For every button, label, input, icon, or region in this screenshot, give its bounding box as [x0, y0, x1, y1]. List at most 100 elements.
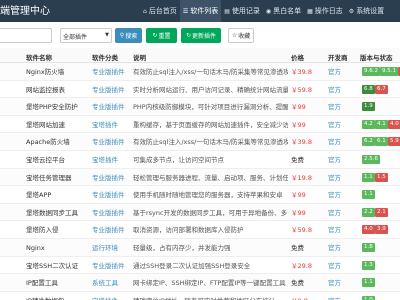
plugin-category[interactable]: 宝塔插件: [92, 121, 132, 129]
plugin-description: 重构缓存，基于页面缓存的网站加速插件，安全减少访问流: [133, 120, 288, 129]
plugin-price: ￥39.8: [291, 68, 312, 76]
nav-item-label: 后台首页: [148, 7, 177, 15]
update-plugins-button[interactable]: ↻ 更新插件: [181, 28, 221, 43]
version-badge[interactable]: 1.0: [362, 295, 375, 300]
list-icon: ☰: [182, 7, 189, 15]
version-badge[interactable]: 3.9: [375, 225, 388, 235]
table-row[interactable]: 堡塔APP 专业版插件 使用手机随时随地管理您的服务器，支持苹果和安卓 ￥99 官方 1.…: [0, 186, 400, 204]
star-icon: ☆: [231, 32, 238, 39]
plugin-category[interactable]: 专业版插件: [92, 86, 132, 94]
home-icon: ⌂: [143, 7, 147, 15]
header-category[interactable]: 软件分类: [92, 52, 118, 62]
nav-item-1[interactable]: ☰ 软件列表: [179, 0, 222, 22]
table-row[interactable]: Nginx 运行环境 轻量级，占有内存少，并发能力强 免费 官方 1.8: [0, 239, 400, 257]
table-header: 软件名称 软件分类 说明 价格 开发商 版本与状态: [0, 48, 400, 63]
table-row[interactable]: Apache防火墙 专业版插件 有效防止sql注入/xss/一句话木马/防采集等常见…: [0, 133, 400, 151]
table-row[interactable]: 堡塔网站加速 宝塔插件 重构缓存，基于页面缓存的网站加速插件，安全减少访问流 ￥99 官…: [0, 116, 400, 134]
version-badge[interactable]: 2.1: [375, 207, 388, 217]
plugin-developer: 官方: [328, 279, 341, 288]
plugin-category[interactable]: 系统工具: [92, 279, 132, 287]
plugin-price: ￥59.8: [291, 85, 312, 94]
category-select-value: 全部插件: [63, 34, 88, 41]
version-badge[interactable]: 1.1: [362, 172, 375, 182]
version-badge[interactable]: 1.3: [362, 260, 375, 270]
plugin-category[interactable]: 专业版插件: [92, 226, 132, 234]
table-row[interactable]: IP精准数据包宝塔插件精确定位IP地址，随着可实时推荐和地区分布统计￥9.8官方…: [0, 292, 400, 300]
plugin-category[interactable]: 专业版插件: [92, 191, 132, 199]
plugin-name: 堡塔APP: [26, 191, 52, 200]
plugin-category[interactable]: 专业版插件: [92, 262, 132, 270]
plugin-description: 基于rsync开发的数据同步工具，可用于异地备份、多台主...: [133, 208, 288, 217]
version-badge[interactable]: 1.8: [362, 243, 375, 252]
nav-item-label: 黑白名单: [273, 7, 302, 15]
version-badge[interactable]: 9.5.1: [380, 67, 398, 76]
plugin-description: PHP内核级防御模块，可针对项目进行漏洞分析、提醒权限...: [133, 103, 288, 112]
table-row[interactable]: 网站监控报表 专业版插件实时分析网站运行、用户访问记录、精确统计网站流量、IP、U…: [0, 81, 400, 99]
nav-item-2[interactable]: ▤ 使用记录: [221, 0, 263, 22]
plugin-category[interactable]: 专业版插件: [92, 138, 132, 146]
plugin-developer: 官方: [328, 191, 341, 200]
plugin-category[interactable]: 专业版插件: [92, 103, 132, 111]
table-row[interactable]: 宝塔任务管理器 专业版插件 轻松管理与服务器进程、流量、启动项、服务、计划任务...…: [0, 168, 400, 187]
search-button[interactable]: ⚲ 搜索: [115, 28, 142, 43]
nav-item-label: 系统设置: [356, 7, 385, 15]
table-row[interactable]: 堡塔数据同步工具 专业版插件基于rsync开发的数据同步工具，可用于异地备份、多台…: [0, 203, 400, 222]
table-row[interactable]: 堡塔PHP安全防护 专业版插件PHP内核级防御模块，可针对项目进行漏洞分析、提醒权…: [0, 98, 400, 116]
category-select[interactable]: 全部插件 ▼: [60, 28, 112, 43]
table-row[interactable]: Nginx防火墙 专业版插件 有效防止sql注入/xss/一句话木马/防采集等常见渗…: [0, 63, 400, 81]
version-badge[interactable]: 1.9: [362, 102, 375, 112]
version-badge[interactable]: 6.1: [375, 137, 388, 147]
plugin-category[interactable]: 宝塔插件: [92, 156, 132, 164]
version-badge[interactable]: 1.1: [362, 190, 375, 200]
nav-item-3[interactable]: ◉ 黑白名单: [263, 0, 304, 22]
table-row[interactable]: IP配置工具 系统工具 网卡绑定IP、SSH绑定IP、FTP配置IP等一键配置工具免…: [0, 274, 400, 292]
version-badge[interactable]: 2.2: [362, 207, 375, 217]
version-badge[interactable]: 6.8: [362, 84, 375, 94]
table-row[interactable]: 堡塔防入侵 专业版插件 取消资源，访问部署和数据库入侵防护 ￥59.8 官方 4.0 3.9: [0, 221, 400, 239]
plugin-price: ￥19.8: [291, 173, 312, 182]
nav-item-0[interactable]: ⌂ 后台首页: [140, 0, 180, 22]
plugin-category[interactable]: 运行环境: [92, 244, 132, 252]
nav-item-5[interactable]: ⚙ 系统设置: [346, 0, 387, 22]
plugin-price: ￥99: [291, 103, 306, 112]
version-badge[interactable]: 1.1: [362, 278, 375, 288]
plugin-description: 可集成多节点，让访问空间节点: [133, 156, 224, 164]
search-input[interactable]: [0, 28, 52, 43]
gear-icon: ⚙: [348, 7, 355, 15]
version-badge[interactable]: 4.2: [362, 119, 375, 129]
plugin-description: 通过SSH登录二次认证加强SSH登录安全: [133, 261, 251, 270]
version-badge[interactable]: 4.0: [362, 225, 375, 235]
plugin-developer: 官方: [328, 103, 341, 112]
table-row[interactable]: 宝塔SSH二次认证 专业版插件 通过SSH登录二次认证加强SSH登录安全 ￥29.8 官…: [0, 257, 400, 275]
version-badge[interactable]: 6.2: [362, 137, 375, 147]
header-description: 说明: [133, 54, 146, 62]
plugin-category[interactable]: 专业版插件: [92, 68, 132, 76]
plugin-description: 取消资源，访问部署和数据库入侵防护: [133, 226, 244, 235]
plugin-price: 免费: [291, 156, 304, 164]
reset-button[interactable]: ↻ 重置: [146, 28, 177, 43]
plugin-category[interactable]: 专业版插件: [92, 209, 132, 217]
nav-item-4[interactable]: ▦ 操作日志: [304, 0, 346, 22]
version-badge[interactable]: 9.6.2: [362, 67, 380, 76]
header-name[interactable]: 软件名称: [26, 52, 52, 62]
plugin-description: 使用手机随时随地管理您的服务器，支持苹果和安卓: [133, 191, 283, 200]
plugin-price: ￥99: [291, 208, 306, 217]
version-badge[interactable]: 1.5: [375, 172, 388, 182]
header-price[interactable]: 价格: [291, 52, 304, 62]
version-badge[interactable]: 4.0: [388, 119, 400, 129]
plugin-price: ￥99: [291, 191, 306, 200]
version-badge[interactable]: 5.9: [388, 137, 400, 147]
plugin-price: ￥99: [291, 120, 306, 129]
version-badge[interactable]: 4.1: [375, 119, 388, 129]
search-button-label: 搜索: [125, 33, 138, 40]
favorite-button[interactable]: ☆ 收藏: [228, 28, 254, 43]
version-badge[interactable]: 6.7: [375, 84, 388, 94]
nav-item-label: 操作日志: [314, 7, 343, 15]
plugin-developer: 官方: [328, 208, 341, 217]
version-badge[interactable]: 2.5.6: [362, 155, 380, 164]
plugin-category[interactable]: 专业版插件: [92, 174, 132, 182]
plugin-price: 免费: [291, 244, 304, 252]
top-navbar: 端管理中心 ⌂ 后台首页 ☰ 软件列表 ▤ 使用记录 ◉ 黑白名单 ▦ 操作日志 ⚙ 系统设置: [0, 0, 400, 22]
table-row[interactable]: 宝塔云控平台 宝塔插件 可集成多节点，让访问空间节点 免费 官方 2.5.6: [0, 151, 400, 169]
search-icon: ⚲: [119, 32, 125, 39]
